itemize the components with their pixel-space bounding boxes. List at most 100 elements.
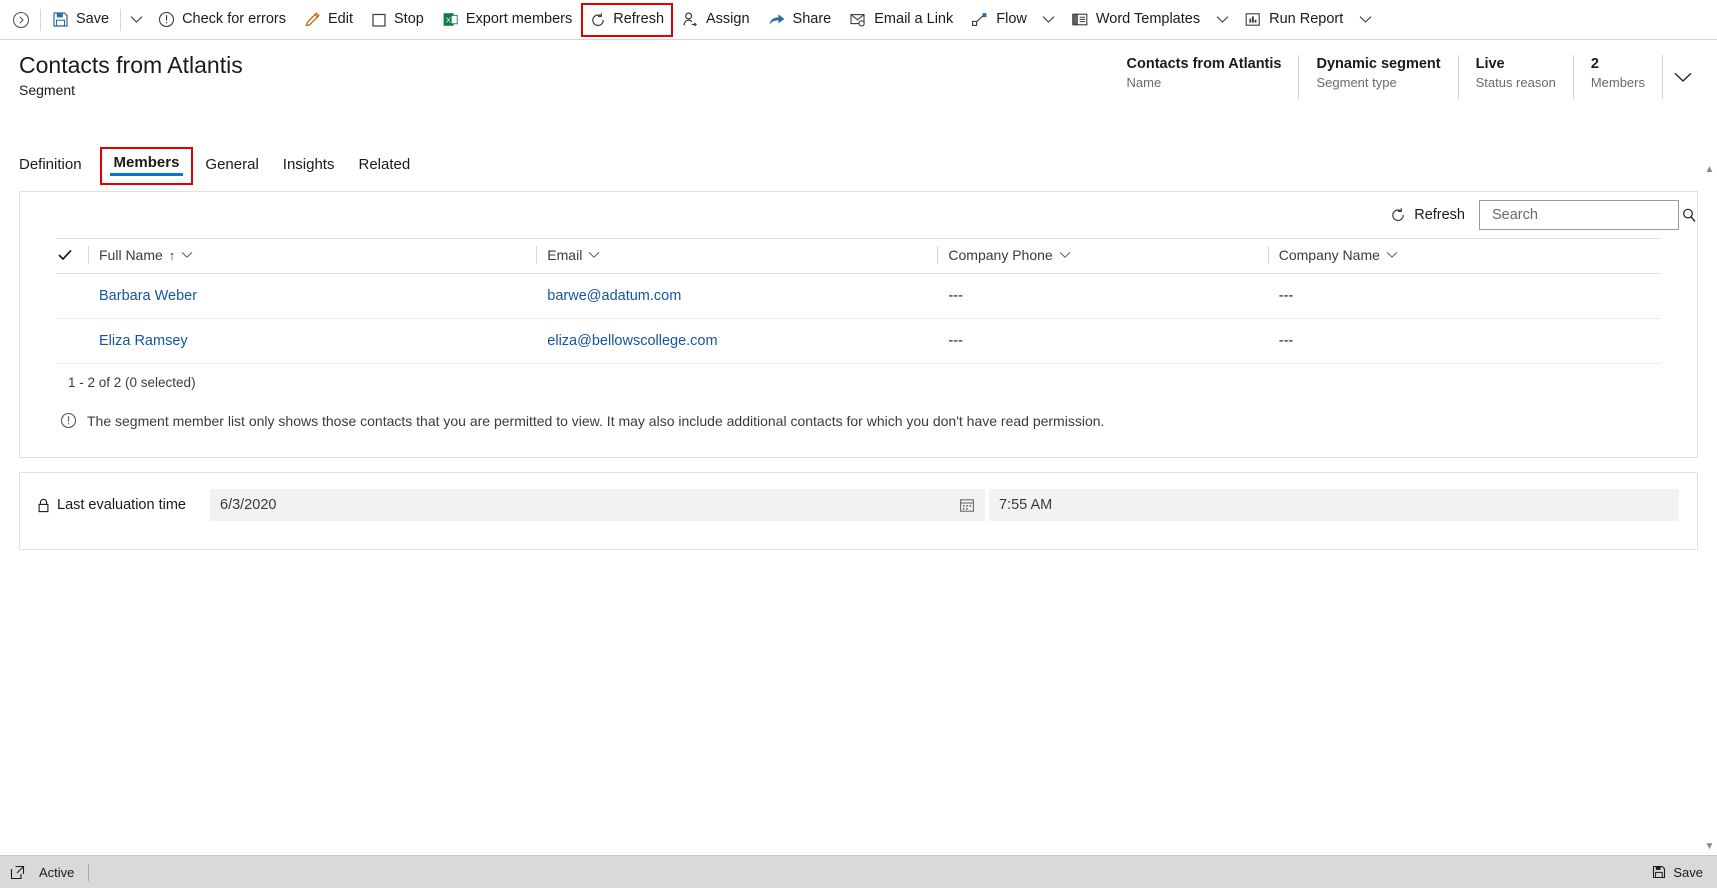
search-input[interactable]: [1490, 206, 1681, 224]
toolbar-divider-2: [120, 8, 122, 31]
contact-link[interactable]: Barbara Weber: [99, 288, 197, 304]
magnifier-icon[interactable]: [1681, 207, 1698, 224]
back-button[interactable]: [4, 1, 38, 39]
status-state-label: Active: [39, 864, 75, 880]
word-template-icon: [1071, 11, 1089, 28]
popout-icon[interactable]: [10, 865, 25, 880]
check-for-errors-button[interactable]: Check for errors: [149, 1, 295, 39]
record-count-label: 1 - 2 of 2 (0 selected): [68, 375, 196, 390]
column-header-full-name[interactable]: Full Name ↑: [88, 238, 537, 274]
chevron-down-icon[interactable]: [588, 251, 600, 259]
last-evaluation-date-value: 6/3/2020: [220, 497, 277, 513]
grid-refresh-label: Refresh: [1414, 207, 1465, 223]
status-save-label: Save: [1673, 864, 1703, 880]
chevron-down-icon: [1216, 15, 1229, 24]
export-members-label: Export members: [465, 11, 573, 28]
tab-definition-label: Definition: [19, 156, 82, 173]
column-header-company-name[interactable]: Company Name: [1267, 238, 1661, 274]
row-checkbox-cell[interactable]: [56, 273, 88, 319]
row-checkbox-cell[interactable]: [56, 318, 88, 364]
members-grid-card: Refresh Search Full Name ↑ Email Company…: [19, 191, 1698, 458]
cell-full-name[interactable]: Barbara Weber: [88, 273, 537, 319]
word-templates-dropdown-button[interactable]: [1209, 1, 1235, 39]
refresh-icon: [1390, 207, 1406, 223]
flow-button[interactable]: Flow: [962, 1, 1036, 39]
last-evaluation-time-value: 7:55 AM: [999, 497, 1053, 513]
status-bar: Active Save: [0, 855, 1717, 888]
chevron-down-icon[interactable]: [181, 251, 193, 259]
chevron-down-icon: [1042, 15, 1055, 24]
scroll-down-button[interactable]: ▼: [1705, 839, 1715, 855]
tab-insights[interactable]: Insights: [271, 151, 347, 185]
last-evaluation-time-field: 7:55 AM: [989, 489, 1679, 521]
header-field-members-value: 2: [1590, 56, 1599, 72]
column-header-company-phone-label: Company Phone: [948, 247, 1053, 263]
select-all-header[interactable]: [56, 238, 88, 274]
flow-icon: [971, 11, 989, 28]
assign-button[interactable]: Assign: [673, 1, 759, 39]
stop-button[interactable]: Stop: [362, 1, 433, 39]
run-report-button[interactable]: Run Report: [1235, 1, 1352, 39]
run-report-icon: [1244, 11, 1262, 28]
save-button[interactable]: Save: [43, 1, 118, 39]
tab-members-underline: [109, 173, 184, 176]
share-button[interactable]: Share: [759, 1, 841, 39]
header-field-segment-type-key: Segment type: [1316, 75, 1397, 91]
svg-text:X: X: [446, 15, 451, 24]
edit-button[interactable]: Edit: [295, 1, 362, 39]
record-header-fields: Contacts from Atlantis Name Dynamic segm…: [1110, 55, 1703, 99]
column-header-email[interactable]: Email: [536, 238, 938, 274]
chevron-down-icon[interactable]: [1386, 251, 1398, 259]
flow-dropdown-button[interactable]: [1036, 1, 1062, 39]
last-evaluation-label: Last evaluation time: [20, 497, 210, 513]
lock-icon: [37, 498, 50, 513]
header-field-segment-type: Dynamic segment Segment type: [1299, 55, 1459, 99]
save-dropdown-button[interactable]: [123, 1, 149, 39]
contact-link[interactable]: Eliza Ramsey: [99, 333, 188, 349]
header-expand-button[interactable]: [1663, 55, 1703, 99]
stop-button-label: Stop: [394, 11, 424, 28]
pencil-icon: [304, 11, 321, 28]
scroll-up-button[interactable]: ▲: [1705, 162, 1715, 178]
scrollbar-track[interactable]: [1702, 178, 1717, 839]
save-icon: [52, 11, 69, 28]
cell-company-phone: ---: [937, 273, 1268, 319]
table-row[interactable]: Barbara Weber barwe@adatum.com --- ---: [56, 273, 1661, 319]
checkmark-icon[interactable]: [58, 249, 72, 261]
last-evaluation-card: Last evaluation time 6/3/2020 7:55 AM: [19, 472, 1698, 550]
export-members-button[interactable]: X Export members: [433, 1, 581, 39]
grid-refresh-button[interactable]: Refresh: [1390, 207, 1465, 223]
stop-square-icon: [371, 12, 387, 28]
email-link[interactable]: eliza@bellowscollege.com: [547, 333, 717, 349]
vertical-scrollbar[interactable]: ▲ ▼: [1701, 162, 1717, 855]
run-report-dropdown-button[interactable]: [1352, 1, 1378, 39]
chevron-down-icon[interactable]: [1059, 251, 1071, 259]
email-link[interactable]: barwe@adatum.com: [547, 288, 681, 304]
header-field-members-key: Members: [1590, 75, 1645, 91]
refresh-button[interactable]: Refresh: [581, 2, 674, 37]
sort-ascending-icon: ↑: [168, 247, 176, 263]
header-field-status-reason-key: Status reason: [1475, 75, 1556, 91]
table-row[interactable]: Eliza Ramsey eliza@bellowscollege.com --…: [56, 318, 1661, 364]
cell-email[interactable]: barwe@adatum.com: [536, 273, 938, 319]
status-save-button[interactable]: Save: [1652, 865, 1703, 880]
last-evaluation-label-text: Last evaluation time: [57, 497, 186, 513]
email-a-link-label: Email a Link: [874, 11, 954, 28]
cell-full-name[interactable]: Eliza Ramsey: [88, 318, 537, 364]
email-a-link-button[interactable]: Email a Link: [840, 1, 962, 39]
save-button-label: Save: [76, 11, 110, 28]
tab-definition[interactable]: Definition: [19, 151, 94, 185]
tab-general[interactable]: General: [193, 151, 270, 185]
assign-button-label: Assign: [706, 11, 750, 28]
table-header-row: Full Name ↑ Email Company Phone Company …: [56, 238, 1661, 274]
column-header-company-phone[interactable]: Company Phone: [937, 238, 1268, 274]
cell-company-phone: ---: [937, 318, 1268, 364]
tab-members[interactable]: Members: [99, 147, 194, 185]
search-box[interactable]: [1479, 200, 1696, 230]
header-field-status-reason: Live Status reason: [1459, 55, 1574, 99]
run-report-label: Run Report: [1269, 11, 1344, 28]
cell-email[interactable]: eliza@bellowscollege.com: [536, 318, 938, 364]
word-templates-button[interactable]: Word Templates: [1062, 1, 1209, 39]
status-divider: [88, 863, 90, 881]
tab-related[interactable]: Related: [346, 151, 422, 185]
